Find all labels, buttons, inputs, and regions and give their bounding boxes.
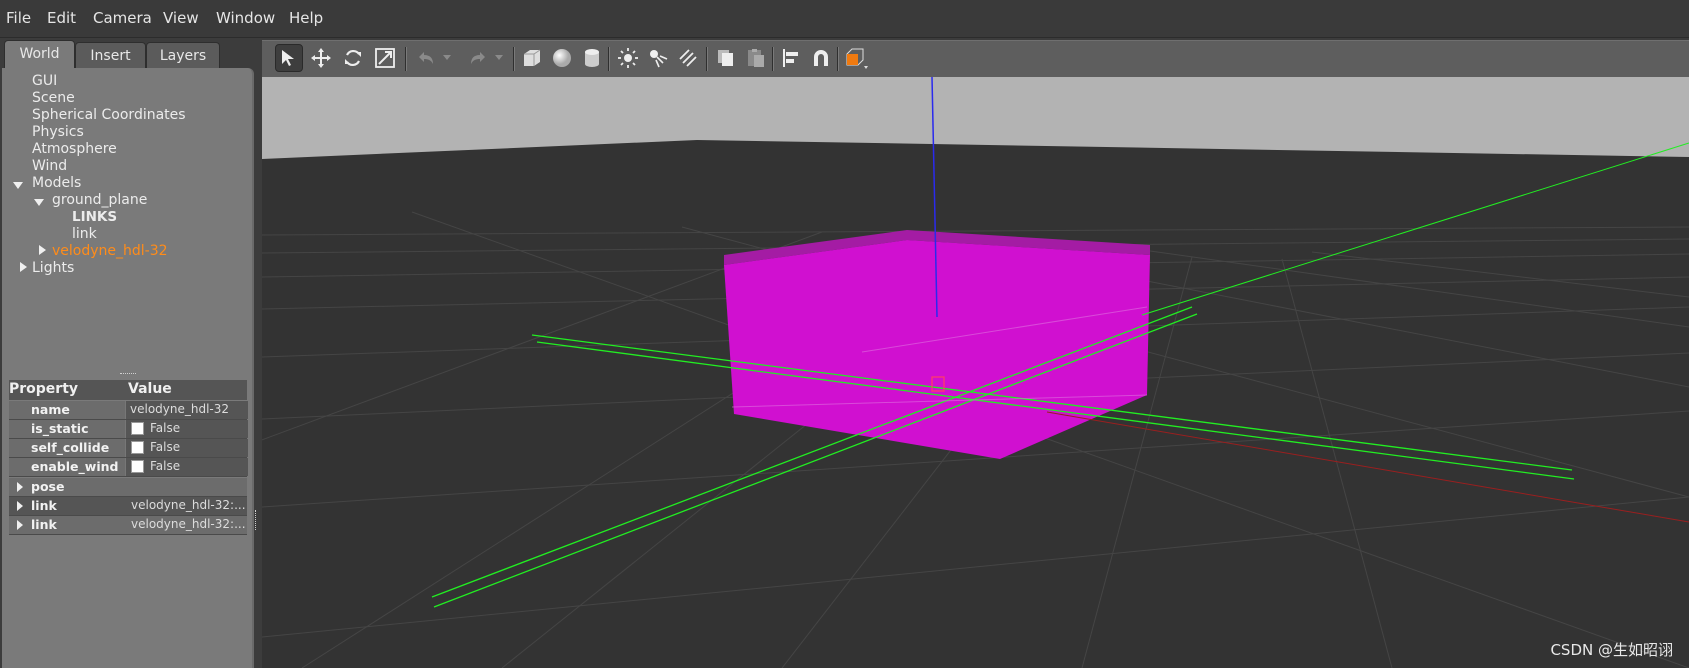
panel-splitter-handle[interactable]: [120, 373, 136, 376]
property-value: False: [150, 440, 181, 454]
tree-item-link[interactable]: link: [72, 226, 97, 242]
property-name-label: link: [31, 498, 57, 513]
property-name-label: self_collide: [31, 440, 110, 455]
menu-window[interactable]: Window: [216, 9, 275, 27]
property-row-enable-wind[interactable]: enable_wind False: [9, 458, 248, 477]
property-value: velodyne_hdl-32: [130, 402, 230, 416]
enable-wind-checkbox[interactable]: [131, 460, 144, 473]
menu-edit[interactable]: Edit: [47, 9, 76, 27]
property-row-pose[interactable]: pose: [9, 478, 247, 497]
tree-item-physics[interactable]: Physics: [32, 124, 84, 140]
tree-item-velodyne[interactable]: velodyne_hdl-32: [52, 243, 168, 259]
redo-history-icon[interactable]: [492, 44, 506, 72]
expand-arrow-icon[interactable]: [34, 199, 44, 206]
property-name-label: is_static: [31, 421, 89, 436]
property-name-label: name: [31, 402, 70, 417]
copy-icon[interactable]: [712, 44, 740, 72]
property-value: velodyne_hdl-32:...: [131, 498, 246, 512]
paste-icon[interactable]: [742, 44, 770, 72]
tree-item-gui[interactable]: GUI: [32, 73, 57, 89]
watermark-text: CSDN @生如昭诩: [1550, 641, 1673, 659]
spot-light-icon[interactable]: [644, 44, 672, 72]
scene-viewport[interactable]: CSDN @生如昭诩: [262, 77, 1689, 668]
undo-icon[interactable]: [412, 44, 440, 72]
expand-arrow-icon[interactable]: [13, 182, 23, 189]
property-value-cell[interactable]: False: [125, 420, 248, 438]
tab-layers[interactable]: Layers: [146, 42, 220, 69]
property-name-label: link: [31, 517, 57, 532]
menu-camera[interactable]: Camera: [93, 9, 152, 27]
toolbar-separator: [837, 47, 839, 71]
tab-world[interactable]: World: [4, 40, 75, 69]
property-value: False: [150, 421, 181, 435]
header-value: Value: [128, 381, 172, 397]
tree-item-scene[interactable]: Scene: [32, 90, 75, 106]
collapse-arrow-icon[interactable]: [20, 262, 27, 272]
point-light-icon[interactable]: [614, 44, 642, 72]
property-name-label: enable_wind: [31, 459, 119, 474]
toolbar-separator: [706, 47, 708, 71]
scene-canvas[interactable]: [262, 77, 1689, 668]
tree-item-wind[interactable]: Wind: [32, 158, 67, 174]
property-row-name[interactable]: name velodyne_hdl-32: [9, 401, 248, 420]
translate-icon[interactable]: [307, 44, 335, 72]
snap-magnet-icon[interactable]: [807, 44, 835, 72]
select-arrow-icon[interactable]: [275, 44, 303, 72]
rotate-icon[interactable]: [339, 44, 367, 72]
property-value: velodyne_hdl-32:...: [131, 517, 246, 531]
tree-item-models[interactable]: Models: [32, 175, 81, 191]
property-value-cell[interactable]: False: [125, 439, 248, 457]
toolbar-separator: [772, 47, 774, 71]
toolbar: [262, 40, 1689, 78]
property-value-cell[interactable]: False: [125, 458, 248, 476]
property-value-cell[interactable]: velodyne_hdl-32: [125, 401, 248, 419]
menu-view[interactable]: View: [163, 9, 199, 27]
property-value: False: [150, 459, 181, 473]
tree-item-atmosphere[interactable]: Atmosphere: [32, 141, 117, 157]
tree-item-links: LINKS: [72, 209, 118, 225]
property-name-label: pose: [31, 479, 65, 494]
header-property: Property: [9, 381, 79, 397]
view-angle-icon[interactable]: [842, 44, 870, 72]
box-shape-icon[interactable]: [518, 44, 546, 72]
property-header: Property Value: [9, 380, 247, 400]
world-panel: GUI Scene Spherical Coordinates Physics …: [2, 68, 254, 668]
tab-insert[interactable]: Insert: [75, 42, 146, 69]
expand-arrow-icon[interactable]: [17, 482, 23, 492]
toolbar-separator: [405, 47, 407, 71]
menu-help[interactable]: Help: [289, 9, 323, 27]
directional-light-icon[interactable]: [674, 44, 702, 72]
vertical-splitter-handle[interactable]: [255, 510, 258, 530]
tree-item-lights[interactable]: Lights: [32, 260, 74, 276]
property-row-link[interactable]: link velodyne_hdl-32:...: [9, 516, 247, 535]
undo-history-icon[interactable]: [440, 44, 454, 72]
cylinder-shape-icon[interactable]: [578, 44, 606, 72]
menu-bar: File Edit Camera View Window Help: [0, 0, 1689, 38]
property-row-self-collide[interactable]: self_collide False: [9, 439, 248, 458]
collapse-arrow-icon[interactable]: [39, 245, 46, 255]
scale-icon[interactable]: [371, 44, 399, 72]
is-static-checkbox[interactable]: [131, 422, 144, 435]
sphere-shape-icon[interactable]: [548, 44, 576, 72]
tree-item-ground-plane[interactable]: ground_plane: [52, 192, 147, 208]
property-row-is-static[interactable]: is_static False: [9, 420, 248, 439]
property-row-link[interactable]: link velodyne_hdl-32:...: [9, 497, 247, 516]
toolbar-separator: [513, 47, 515, 71]
align-icon[interactable]: [777, 44, 805, 72]
redo-icon[interactable]: [464, 44, 492, 72]
self-collide-checkbox[interactable]: [131, 441, 144, 454]
menu-file[interactable]: File: [6, 9, 31, 27]
expand-arrow-icon[interactable]: [17, 520, 23, 530]
toolbar-separator: [608, 47, 610, 71]
tree-item-spherical-coordinates[interactable]: Spherical Coordinates: [32, 107, 186, 123]
expand-arrow-icon[interactable]: [17, 501, 23, 511]
